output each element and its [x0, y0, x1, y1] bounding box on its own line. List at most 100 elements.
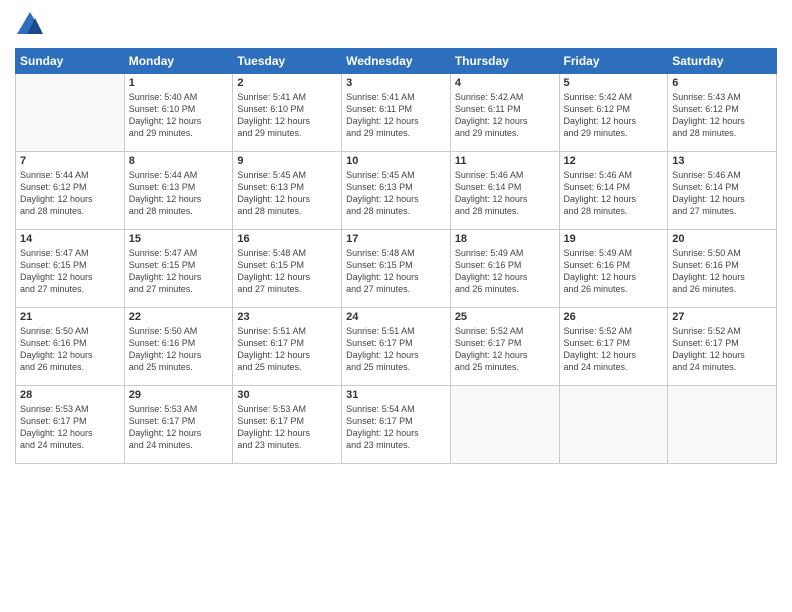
calendar-cell: 4Sunrise: 5:42 AM Sunset: 6:11 PM Daylig…: [450, 74, 559, 152]
calendar-cell: 28 Sunrise: 5:53 AM Sunset: 6:17 PM Dayli…: [16, 386, 125, 464]
calendar-cell: 15Sunrise: 5:47 AM Sunset: 6:15 PM Dayli…: [124, 230, 233, 308]
day-info: Sunrise: 5:49 AM Sunset: 6:16 PM Dayligh…: [455, 247, 555, 296]
day-info: Sunrise: 5:53 AM Sunset: 6:17 PM Dayligh…: [20, 403, 120, 452]
day-number: 22: [129, 311, 229, 323]
day-number: 12: [564, 155, 664, 167]
day-number: 14: [20, 233, 120, 245]
day-info: Sunrise: 5:41 AM Sunset: 6:11 PM Dayligh…: [346, 91, 446, 140]
day-info: Sunrise: 5:52 AM Sunset: 6:17 PM Dayligh…: [564, 325, 664, 374]
calendar-week-row: 1Sunrise: 5:40 AM Sunset: 6:10 PM Daylig…: [16, 74, 777, 152]
day-number: 17: [346, 233, 446, 245]
calendar-cell: [559, 386, 668, 464]
calendar-cell: 25 Sunrise: 5:52 AM Sunset: 6:17 PM Dayli…: [450, 308, 559, 386]
day-info: Sunrise: 5:50 AM Sunset: 6:16 PM Dayligh…: [129, 325, 229, 374]
day-number: 25: [455, 311, 555, 323]
day-info: Sunrise: 5:52 AM Sunset: 6:17 PM Dayligh…: [672, 325, 772, 374]
calendar-cell: 23Sunrise: 5:51 AM Sunset: 6:17 PM Dayli…: [233, 308, 342, 386]
calendar-body: 1Sunrise: 5:40 AM Sunset: 6:10 PM Daylig…: [16, 74, 777, 464]
day-number: 5: [564, 77, 664, 89]
day-number: 9: [237, 155, 337, 167]
day-info: Sunrise: 5:43 AM Sunset: 6:12 PM Dayligh…: [672, 91, 772, 140]
day-number: 27: [672, 311, 772, 323]
day-number: 20: [672, 233, 772, 245]
header-day: Sunday: [16, 49, 125, 74]
day-number: 16: [237, 233, 337, 245]
day-info: Sunrise: 5:49 AM Sunset: 6:16 PM Dayligh…: [564, 247, 664, 296]
calendar-cell: 31Sunrise: 5:54 AM Sunset: 6:17 PM Dayli…: [342, 386, 451, 464]
day-info: Sunrise: 5:45 AM Sunset: 6:13 PM Dayligh…: [237, 169, 337, 218]
header-day: Thursday: [450, 49, 559, 74]
day-info: Sunrise: 5:44 AM Sunset: 6:12 PM Dayligh…: [20, 169, 120, 218]
day-info: Sunrise: 5:48 AM Sunset: 6:15 PM Dayligh…: [237, 247, 337, 296]
day-info: Sunrise: 5:46 AM Sunset: 6:14 PM Dayligh…: [672, 169, 772, 218]
day-number: 18: [455, 233, 555, 245]
day-number: 26: [564, 311, 664, 323]
calendar-cell: 24Sunrise: 5:51 AM Sunset: 6:17 PM Dayli…: [342, 308, 451, 386]
calendar-cell: 11Sunrise: 5:46 AM Sunset: 6:14 PM Dayli…: [450, 152, 559, 230]
logo-icon: [15, 10, 45, 40]
calendar-cell: 27 Sunrise: 5:52 AM Sunset: 6:17 PM Dayli…: [668, 308, 777, 386]
calendar-cell: 20 Sunrise: 5:50 AM Sunset: 6:16 PM Dayli…: [668, 230, 777, 308]
calendar-cell: 19 Sunrise: 5:49 AM Sunset: 6:16 PM Dayli…: [559, 230, 668, 308]
day-info: Sunrise: 5:51 AM Sunset: 6:17 PM Dayligh…: [346, 325, 446, 374]
calendar-cell: 10 Sunrise: 5:45 AM Sunset: 6:13 PM Dayli…: [342, 152, 451, 230]
day-info: Sunrise: 5:41 AM Sunset: 6:10 PM Dayligh…: [237, 91, 337, 140]
day-number: 21: [20, 311, 120, 323]
page: SundayMondayTuesdayWednesdayThursdayFrid…: [0, 0, 792, 612]
day-info: Sunrise: 5:48 AM Sunset: 6:15 PM Dayligh…: [346, 247, 446, 296]
header-day: Friday: [559, 49, 668, 74]
calendar-cell: 21Sunrise: 5:50 AM Sunset: 6:16 PM Dayli…: [16, 308, 125, 386]
day-info: Sunrise: 5:45 AM Sunset: 6:13 PM Dayligh…: [346, 169, 446, 218]
calendar-cell: 2 Sunrise: 5:41 AM Sunset: 6:10 PM Daylig…: [233, 74, 342, 152]
day-info: Sunrise: 5:51 AM Sunset: 6:17 PM Dayligh…: [237, 325, 337, 374]
calendar-cell: 14 Sunrise: 5:47 AM Sunset: 6:15 PM Dayli…: [16, 230, 125, 308]
day-number: 15: [129, 233, 229, 245]
header-day: Saturday: [668, 49, 777, 74]
day-info: Sunrise: 5:47 AM Sunset: 6:15 PM Dayligh…: [20, 247, 120, 296]
calendar-week-row: 28 Sunrise: 5:53 AM Sunset: 6:17 PM Dayli…: [16, 386, 777, 464]
calendar-cell: 22 Sunrise: 5:50 AM Sunset: 6:16 PM Dayli…: [124, 308, 233, 386]
day-number: 29: [129, 389, 229, 401]
calendar-cell: 30 Sunrise: 5:53 AM Sunset: 6:17 PM Dayli…: [233, 386, 342, 464]
day-number: 6: [672, 77, 772, 89]
calendar-header: SundayMondayTuesdayWednesdayThursdayFrid…: [16, 49, 777, 74]
day-number: 30: [237, 389, 337, 401]
header-row: SundayMondayTuesdayWednesdayThursdayFrid…: [16, 49, 777, 74]
day-info: Sunrise: 5:53 AM Sunset: 6:17 PM Dayligh…: [237, 403, 337, 452]
day-number: 11: [455, 155, 555, 167]
calendar-week-row: 14 Sunrise: 5:47 AM Sunset: 6:15 PM Dayli…: [16, 230, 777, 308]
calendar-cell: [668, 386, 777, 464]
logo: [15, 10, 49, 40]
day-info: Sunrise: 5:42 AM Sunset: 6:12 PM Dayligh…: [564, 91, 664, 140]
calendar-cell: 3Sunrise: 5:41 AM Sunset: 6:11 PM Daylig…: [342, 74, 451, 152]
day-info: Sunrise: 5:42 AM Sunset: 6:11 PM Dayligh…: [455, 91, 555, 140]
calendar-cell: 13Sunrise: 5:46 AM Sunset: 6:14 PM Dayli…: [668, 152, 777, 230]
calendar-cell: [16, 74, 125, 152]
calendar-cell: 8 Sunrise: 5:44 AM Sunset: 6:13 PM Daylig…: [124, 152, 233, 230]
day-info: Sunrise: 5:44 AM Sunset: 6:13 PM Dayligh…: [129, 169, 229, 218]
calendar-cell: 12 Sunrise: 5:46 AM Sunset: 6:14 PM Dayli…: [559, 152, 668, 230]
day-number: 8: [129, 155, 229, 167]
calendar-cell: 16 Sunrise: 5:48 AM Sunset: 6:15 PM Dayli…: [233, 230, 342, 308]
calendar-cell: 6 Sunrise: 5:43 AM Sunset: 6:12 PM Daylig…: [668, 74, 777, 152]
calendar-cell: 29 Sunrise: 5:53 AM Sunset: 6:17 PM Dayli…: [124, 386, 233, 464]
calendar-table: SundayMondayTuesdayWednesdayThursdayFrid…: [15, 48, 777, 464]
day-info: Sunrise: 5:50 AM Sunset: 6:16 PM Dayligh…: [672, 247, 772, 296]
day-info: Sunrise: 5:53 AM Sunset: 6:17 PM Dayligh…: [129, 403, 229, 452]
day-number: 28: [20, 389, 120, 401]
day-number: 31: [346, 389, 446, 401]
calendar-cell: 26 Sunrise: 5:52 AM Sunset: 6:17 PM Dayli…: [559, 308, 668, 386]
day-number: 19: [564, 233, 664, 245]
day-info: Sunrise: 5:46 AM Sunset: 6:14 PM Dayligh…: [564, 169, 664, 218]
calendar-cell: 9 Sunrise: 5:45 AM Sunset: 6:13 PM Daylig…: [233, 152, 342, 230]
day-number: 10: [346, 155, 446, 167]
header-day: Tuesday: [233, 49, 342, 74]
day-info: Sunrise: 5:52 AM Sunset: 6:17 PM Dayligh…: [455, 325, 555, 374]
day-number: 7: [20, 155, 120, 167]
day-number: 2: [237, 77, 337, 89]
header-day: Monday: [124, 49, 233, 74]
calendar-week-row: 7 Sunrise: 5:44 AM Sunset: 6:12 PM Daylig…: [16, 152, 777, 230]
calendar-cell: 17 Sunrise: 5:48 AM Sunset: 6:15 PM Dayli…: [342, 230, 451, 308]
calendar-cell: 5 Sunrise: 5:42 AM Sunset: 6:12 PM Daylig…: [559, 74, 668, 152]
day-number: 1: [129, 77, 229, 89]
